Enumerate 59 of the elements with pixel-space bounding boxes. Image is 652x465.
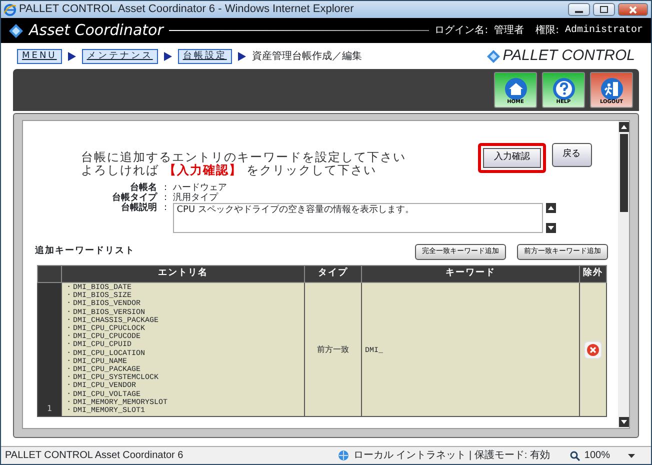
scroll-down-button[interactable] [546, 222, 556, 232]
field-label: 台帳名 [129, 182, 157, 192]
window-title: PALLET CONTROL Asset Coordinator 6 - Windows Internet Explorer [19, 2, 355, 18]
arrow-right-icon [238, 52, 246, 60]
dropdown-caret-icon[interactable] [628, 454, 635, 458]
remove-button[interactable] [584, 340, 602, 359]
remove-icon [587, 344, 599, 356]
field-value: 汎用タイプ [172, 192, 218, 202]
label-colon: ： [161, 182, 170, 192]
section-title: 追加キーワードリスト [35, 244, 135, 258]
login-name: 管理者 [494, 24, 524, 38]
back-button[interactable]: 戻る [552, 143, 592, 167]
diamond-logo-icon [486, 50, 500, 62]
arrow-right-icon [68, 52, 76, 60]
column-header: タイプ [304, 266, 362, 282]
field-value: ハードウェア [172, 182, 227, 192]
role-value: Administrator [564, 24, 643, 38]
instruction-text: 台帳に追加するエントリのキーワードを設定して下さい [81, 151, 406, 164]
security-zone: ローカル イントラネット | 保護モード: 有効 [353, 448, 550, 463]
globe-icon [338, 450, 350, 461]
role-label: 権限: [536, 24, 559, 38]
brand-name: PALLET CONTROL [502, 46, 635, 66]
column-header: エントリ名 [62, 266, 304, 282]
field-label: 台帳説明 [120, 202, 158, 214]
breadcrumb-link[interactable]: MENU [17, 48, 62, 64]
breadcrumb-link[interactable]: 台帳設定 [178, 48, 232, 64]
browser-icon [4, 4, 16, 16]
column-header: キーワード [362, 266, 580, 282]
description-field[interactable]: CPU スペックやドライブの空き容量の情報を表示します。 [172, 202, 543, 232]
scrollbar[interactable] [618, 121, 629, 428]
minimize-button[interactable] [568, 3, 590, 16]
scroll-down-button[interactable] [618, 417, 628, 427]
help-icon [552, 78, 574, 100]
instruction-text: よろしければ 【入力確認】 をクリックして下さい [81, 164, 378, 177]
maximize-icon [600, 6, 608, 13]
breadcrumb-link[interactable]: メンテナンス [82, 48, 158, 64]
row-number: 1 [38, 282, 62, 417]
maximize-button[interactable] [593, 3, 615, 16]
close-button[interactable] [618, 3, 648, 16]
scroll-up-button[interactable] [618, 122, 628, 132]
arrow-right-icon [164, 52, 172, 60]
zoom-level[interactable]: 100% [584, 448, 610, 463]
scroll-up-button[interactable] [546, 202, 556, 212]
label-colon: ： [161, 192, 170, 202]
diamond-logo-icon [9, 24, 23, 38]
close-icon [629, 6, 637, 14]
confirm-button[interactable]: 入力確認 [478, 143, 546, 173]
label-colon: ： [161, 202, 170, 214]
scroll-thumb[interactable] [620, 134, 628, 212]
field-label: 台帳タイプ [111, 192, 158, 202]
breadcrumb-current: 資産管理台帳作成／編集 [252, 50, 362, 64]
login-label: ログイン名: [434, 24, 488, 38]
app-name: Asset Coordinator [29, 20, 164, 42]
column-header: 除外 [580, 266, 606, 282]
logout-icon [600, 78, 622, 100]
status-text: PALLET CONTROL Asset Coordinator 6 [5, 449, 184, 463]
home-icon [504, 78, 526, 100]
match-type: 前方一致 [317, 344, 349, 354]
zoom-icon [570, 450, 580, 460]
